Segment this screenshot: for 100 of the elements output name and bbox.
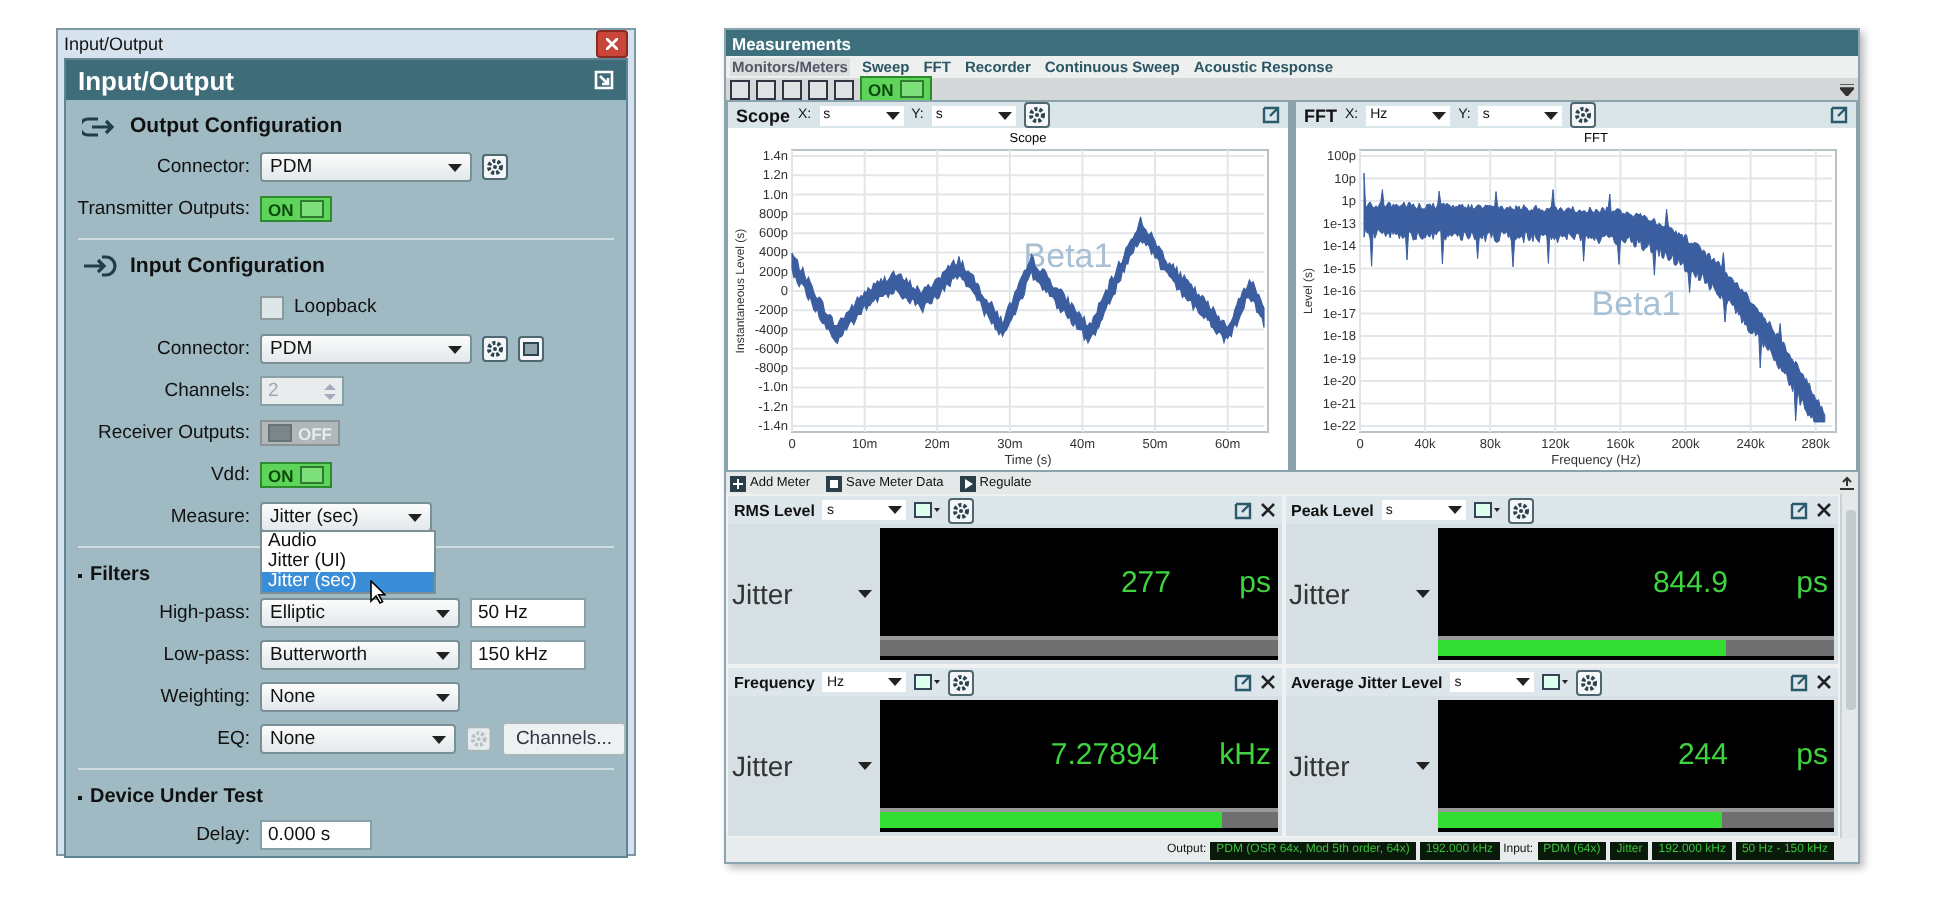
meter-title: RMS Level xyxy=(734,501,815,519)
filter-dropdown[interactable]: None xyxy=(260,682,460,712)
meter-label: Jitter xyxy=(1289,578,1350,610)
panel-title: Input/Output xyxy=(78,65,234,95)
caret-icon xyxy=(885,111,900,119)
caret-icon xyxy=(997,111,1012,119)
toggle-switch[interactable]: ON xyxy=(260,462,332,488)
caret-icon xyxy=(1415,762,1429,770)
caret-icon xyxy=(448,345,462,353)
field-label: Low-pass: xyxy=(161,644,250,666)
connector-dropdown[interactable]: PDM xyxy=(260,334,472,364)
close-button[interactable] xyxy=(596,30,628,58)
caret-icon xyxy=(436,651,450,659)
meter-unit: ps xyxy=(1794,565,1830,599)
input-icon xyxy=(82,254,118,278)
measure-dropdown[interactable]: Jitter (sec) xyxy=(260,502,432,532)
caret-icon xyxy=(1447,506,1462,514)
close-icon[interactable] xyxy=(1259,502,1275,518)
filter-icon[interactable] xyxy=(1840,83,1854,95)
checkbox[interactable] xyxy=(260,295,284,319)
format-icon[interactable] xyxy=(914,674,941,690)
window-title: Input/Output xyxy=(64,34,164,54)
chart-name: Scope xyxy=(736,105,791,125)
panel-icon[interactable] xyxy=(518,336,544,362)
meter-unit: ps xyxy=(1794,737,1830,771)
caret-icon xyxy=(858,590,872,598)
watermark-text: Beta1 xyxy=(1591,285,1681,323)
caret-icon xyxy=(448,163,462,171)
popout-icon[interactable] xyxy=(1830,106,1848,124)
dock-icon[interactable] xyxy=(594,70,614,90)
meter-label: Jitter xyxy=(732,578,793,610)
section-heading: Input Configuration xyxy=(130,254,325,278)
filter-dropdown[interactable]: Butterworth xyxy=(260,640,460,670)
meter-label: Jitter xyxy=(732,750,793,782)
caret-icon xyxy=(858,762,872,770)
meter-value: 844.9 xyxy=(1650,565,1730,599)
caret-icon xyxy=(432,735,447,743)
x-icon xyxy=(606,38,618,50)
upload-icon[interactable] xyxy=(1840,476,1854,490)
meter-title: Frequency xyxy=(734,673,815,691)
section-heading: Filters xyxy=(90,564,151,586)
field-label: Channels: xyxy=(162,380,250,402)
field-label: Measure: xyxy=(168,506,250,528)
field-label: Receiver Outputs: xyxy=(95,422,250,444)
settings-icon[interactable] xyxy=(1507,497,1534,523)
caret-icon xyxy=(1544,111,1559,119)
connector-dropdown[interactable]: PDM xyxy=(260,152,472,182)
section-heading: Device Under Test xyxy=(90,786,264,808)
channels-button[interactable]: Channels... xyxy=(501,722,626,756)
delay-field[interactable]: 0.000 s xyxy=(260,820,372,850)
caret-icon xyxy=(888,678,903,686)
caret-icon xyxy=(1415,590,1429,598)
caret-icon xyxy=(436,693,450,701)
caret-icon xyxy=(1432,111,1447,119)
field-label: Weighting: xyxy=(158,686,250,708)
section-heading: Output Configuration xyxy=(130,114,343,138)
popout-icon[interactable] xyxy=(1262,106,1280,124)
popout-icon[interactable] xyxy=(1790,501,1808,519)
dropdown-option[interactable]: Audio xyxy=(262,532,434,552)
settings-icon[interactable] xyxy=(948,669,975,695)
frequency-field[interactable]: 50 Hz xyxy=(470,598,586,628)
field-label: Connector: xyxy=(155,338,250,360)
caret-icon xyxy=(436,609,450,617)
save-icon xyxy=(826,475,842,491)
meter-unit: kHz xyxy=(1219,737,1273,771)
popout-icon[interactable] xyxy=(1790,673,1808,691)
toggle-switch[interactable]: ON xyxy=(860,76,932,102)
dropdown-option[interactable]: Jitter (UI) xyxy=(262,552,434,572)
meter-label: Jitter xyxy=(1289,750,1350,782)
meter-value: 244 xyxy=(1675,737,1730,771)
meter-title: Average Jitter Level xyxy=(1291,673,1443,691)
field-label: EQ: xyxy=(215,728,250,750)
meter-title: Peak Level xyxy=(1291,501,1374,519)
field-label: High-pass: xyxy=(157,602,250,624)
meter-unit: ps xyxy=(1237,565,1273,599)
settings-icon[interactable] xyxy=(482,154,508,180)
format-icon[interactable] xyxy=(1473,502,1500,518)
filter-dropdown[interactable]: Elliptic xyxy=(260,598,460,628)
settings-icon[interactable] xyxy=(948,497,975,523)
popout-icon[interactable] xyxy=(1233,501,1251,519)
watermark-text: Beta1 xyxy=(1023,237,1113,275)
frequency-field[interactable]: 150 kHz xyxy=(470,640,586,670)
settings-icon[interactable] xyxy=(482,336,508,362)
close-icon[interactable] xyxy=(1816,674,1832,690)
format-icon[interactable] xyxy=(1542,674,1569,690)
window-title: Measurements xyxy=(726,30,1858,56)
field-label: Vdd: xyxy=(208,464,250,486)
popout-icon[interactable] xyxy=(1233,673,1251,691)
close-icon[interactable] xyxy=(1259,674,1275,690)
close-icon[interactable] xyxy=(1816,502,1832,518)
format-icon[interactable] xyxy=(914,502,941,518)
scrollbar[interactable] xyxy=(1840,494,1858,838)
filter-dropdown[interactable]: None xyxy=(260,724,457,754)
field-label: Connector: xyxy=(155,156,250,178)
field-label: Transmitter Outputs: xyxy=(75,198,250,220)
caret-icon xyxy=(1516,678,1531,686)
settings-icon[interactable] xyxy=(1570,102,1597,128)
settings-icon[interactable] xyxy=(1576,669,1603,695)
settings-icon[interactable] xyxy=(1023,102,1050,128)
toggle-switch[interactable]: ON xyxy=(260,196,332,222)
